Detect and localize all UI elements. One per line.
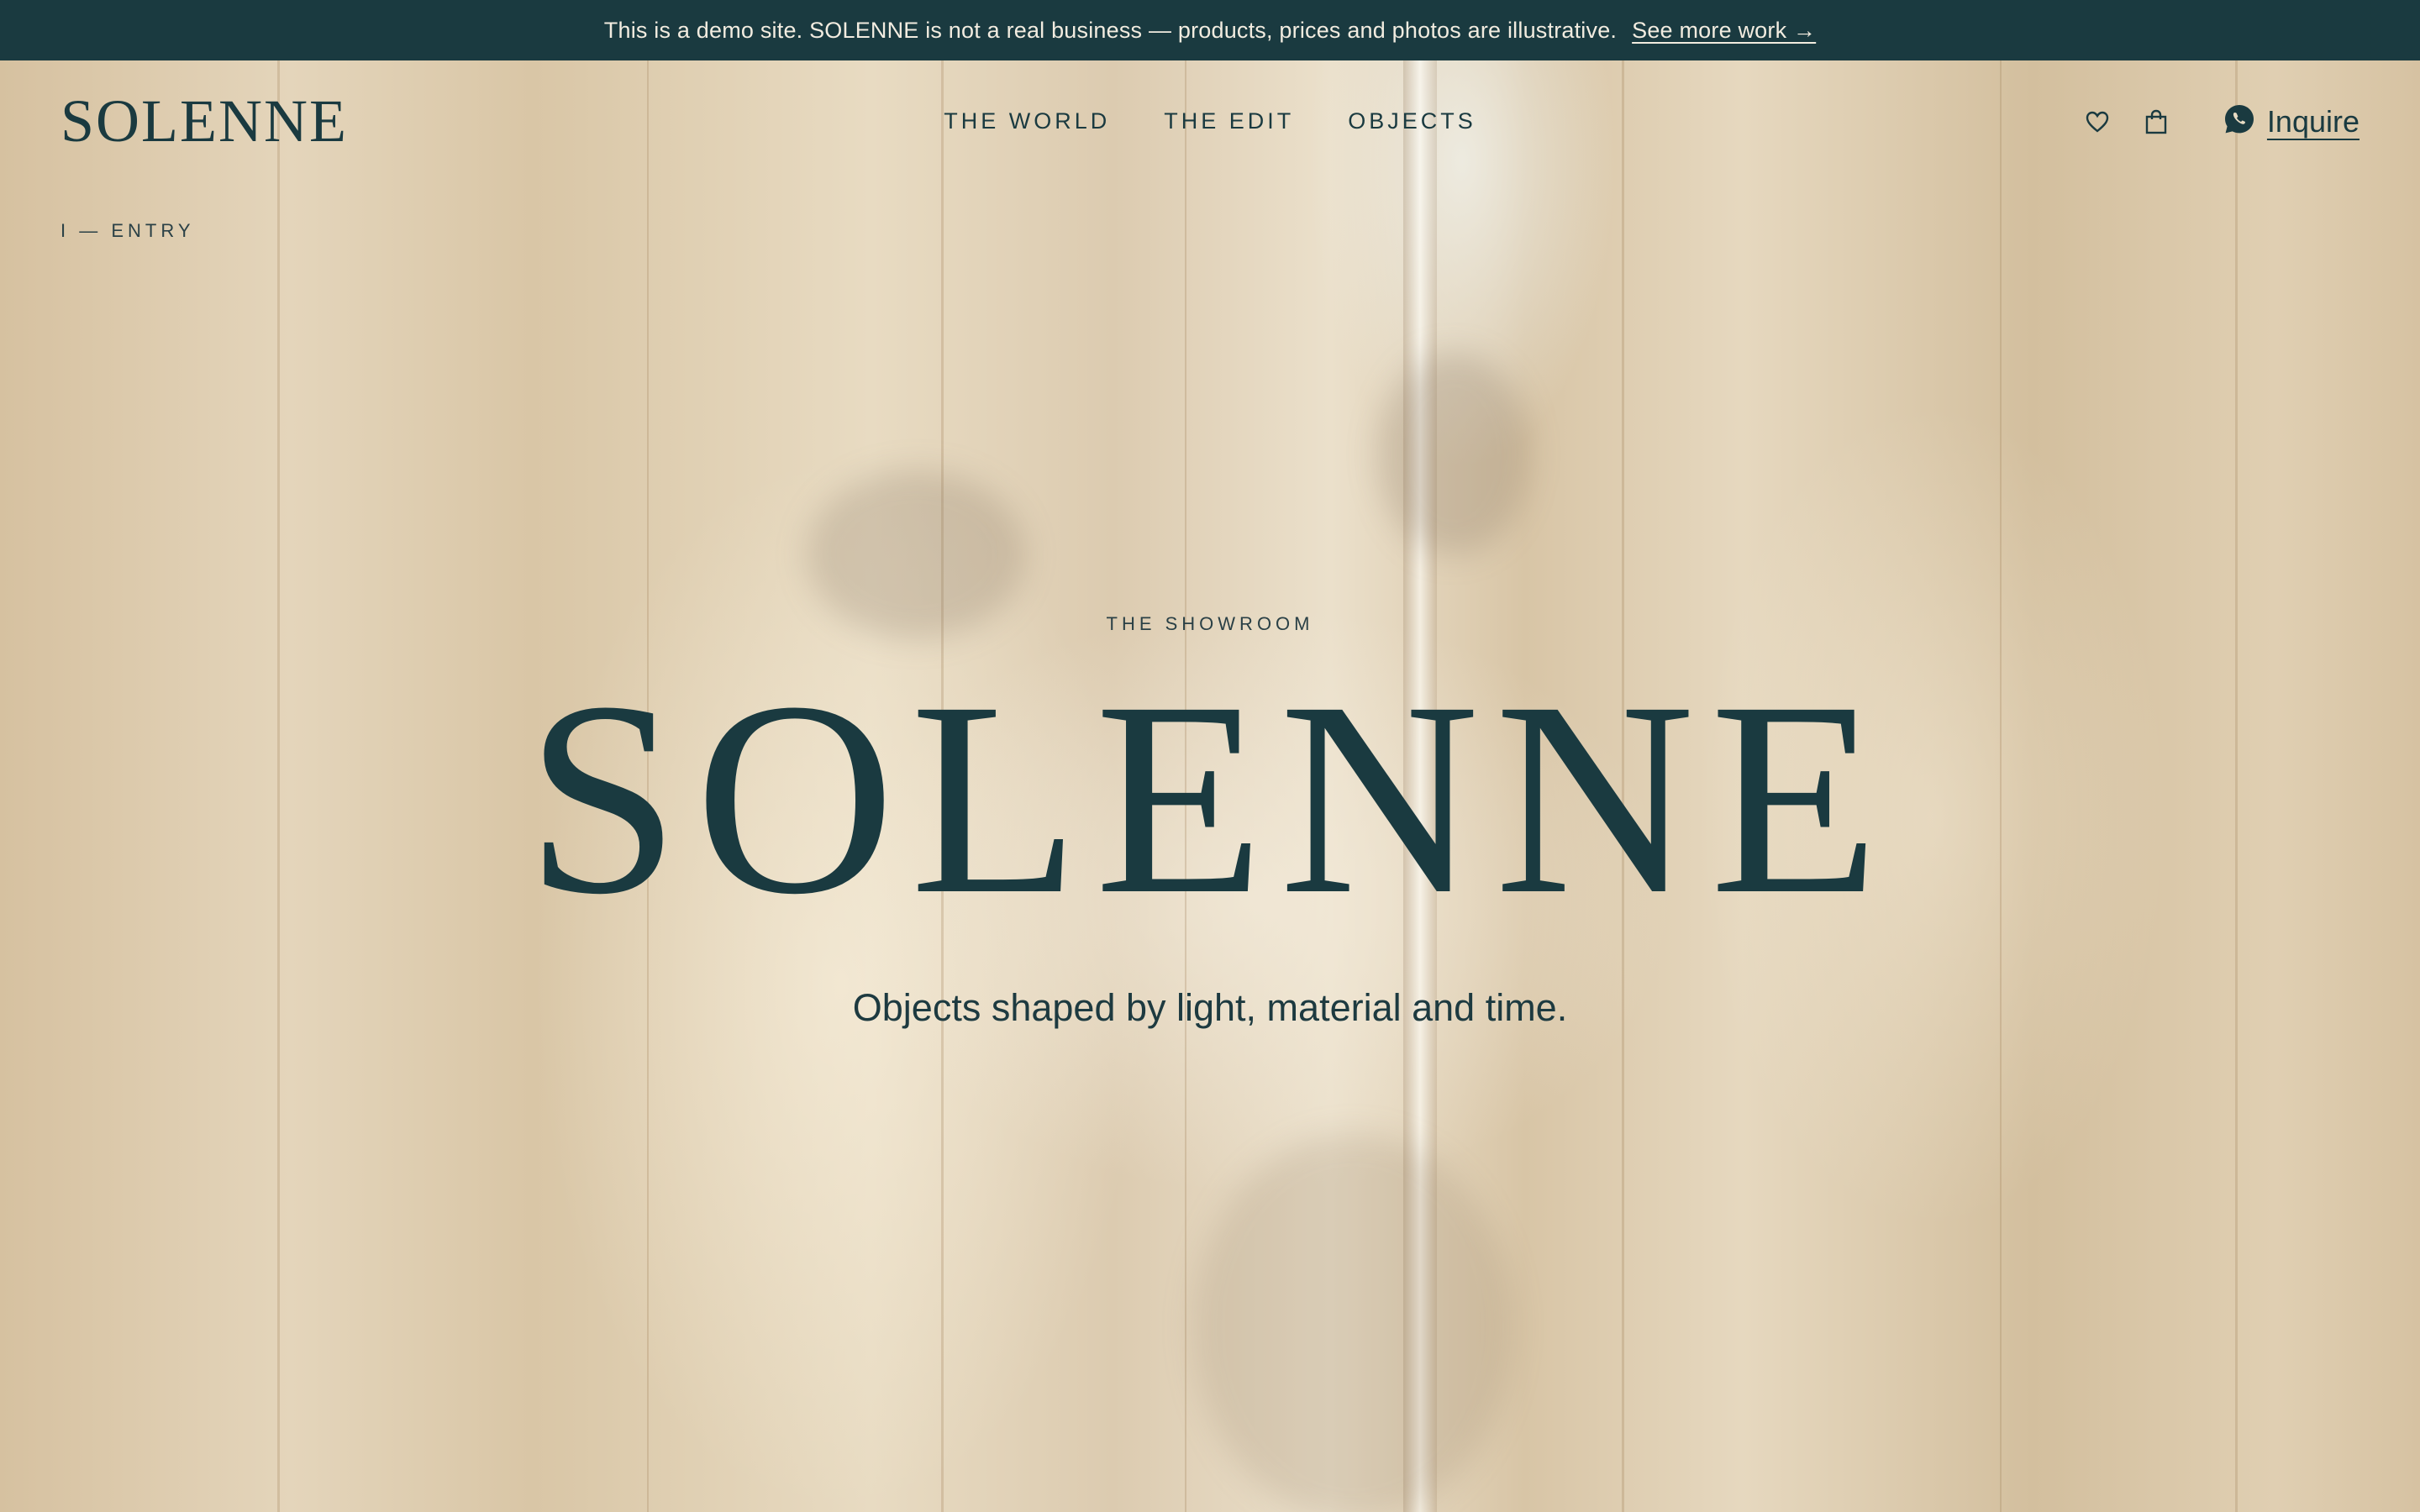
site-header: SOLENNE THE WORLD THE EDIT OBJECTS Inqui… <box>0 60 2420 182</box>
section-tag: I — ENTRY <box>60 220 195 241</box>
vase-shadow <box>1193 1134 1512 1512</box>
hand-shadow <box>1378 353 1529 554</box>
whatsapp-icon <box>2223 103 2255 139</box>
hero-subtitle: Objects shaped by light, material and ti… <box>852 986 1568 1029</box>
shopping-bag-icon[interactable] <box>2139 105 2173 139</box>
inquire-label: Inquire <box>2266 103 2360 139</box>
heart-icon[interactable] <box>2081 105 2114 139</box>
nav-item-the-world[interactable]: THE WORLD <box>944 108 1110 134</box>
see-more-work-link[interactable]: See more work → <box>1632 18 1816 44</box>
brand-logo[interactable]: SOLENNE <box>60 87 348 156</box>
main-nav: THE WORLD THE EDIT OBJECTS <box>944 108 1476 134</box>
page: This is a demo site. SOLENNE is not a re… <box>0 0 2420 1512</box>
hero-eyebrow: THE SHOWROOM <box>1106 613 1314 634</box>
header-actions: Inquire <box>2081 103 2360 139</box>
nav-item-objects[interactable]: OBJECTS <box>1348 108 1476 134</box>
nav-item-the-edit[interactable]: THE EDIT <box>1164 108 1294 134</box>
hero-title: SOLENNE <box>525 645 1895 952</box>
announcement-bar: This is a demo site. SOLENNE is not a re… <box>0 0 2420 60</box>
inquire-button[interactable]: Inquire <box>2223 103 2360 139</box>
announcement-text: This is a demo site. SOLENNE is not a re… <box>603 17 1618 43</box>
hero: THE SHOWROOM SOLENNE Objects shaped by l… <box>0 613 2420 1030</box>
